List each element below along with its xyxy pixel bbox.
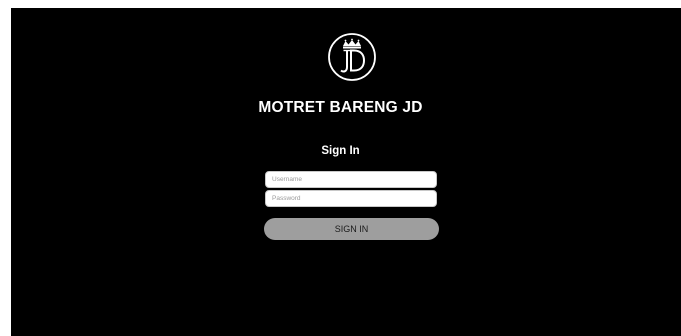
- jd-crown-logo-icon: [328, 33, 376, 81]
- sign-in-button[interactable]: SIGN IN: [264, 218, 439, 240]
- app-title: MOTRET BARENG JD: [258, 99, 423, 116]
- login-page: MOTRET BARENG JD Sign In SIGN IN: [11, 8, 681, 336]
- username-input[interactable]: [265, 171, 437, 188]
- password-input[interactable]: [265, 190, 437, 207]
- sign-in-heading: Sign In: [321, 145, 360, 157]
